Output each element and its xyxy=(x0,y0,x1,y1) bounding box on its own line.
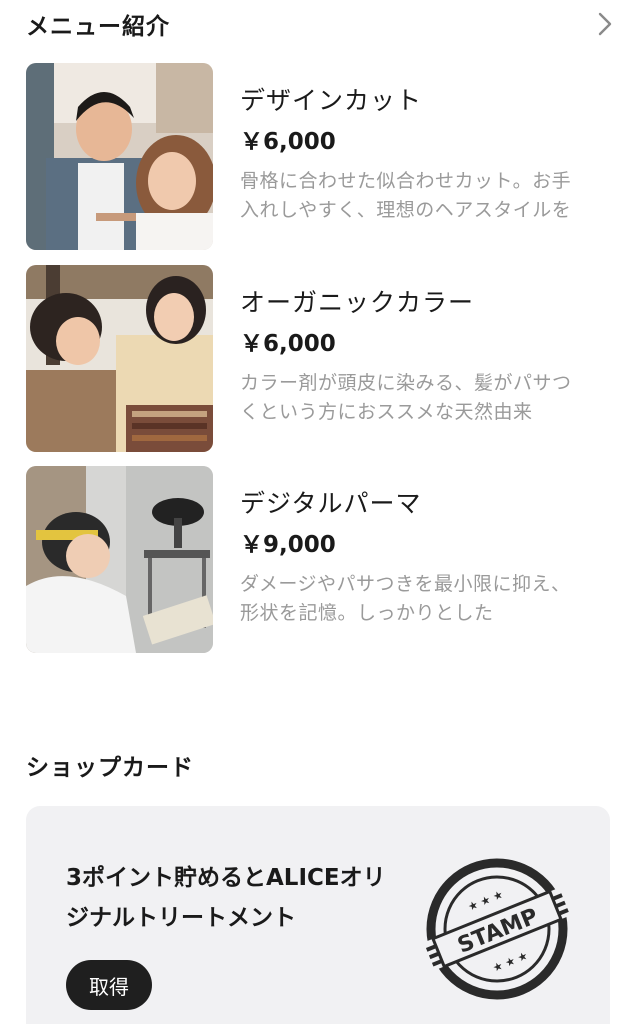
shop-card-section-title: ショップカード xyxy=(26,755,194,781)
shop-card[interactable]: 3ポイント貯めるとALICEオリジナルトリートメント 取得 STAMP ★ ★ … xyxy=(26,806,610,1024)
menu-item-price: ￥6,000 xyxy=(240,331,336,357)
menu-item-text: デジタルパーマ ￥9,000 ダメージやパサつきを最小限に抑え、形状を記憶。しっ… xyxy=(240,486,590,628)
menu-item-name: オーガニックカラー xyxy=(240,288,475,317)
menu-item-text: オーガニックカラー ￥6,000 カラー剤が頭皮に染みる、髪がパサつくという方に… xyxy=(240,285,590,427)
get-stamp-button[interactable]: 取得 xyxy=(66,960,152,1010)
menu-item-organic-color[interactable]: オーガニックカラー ￥6,000 カラー剤が頭皮に染みる、髪がパサつくという方に… xyxy=(26,265,616,452)
menu-item-description: 骨格に合わせた似合わせカット。お手入れしやすく、理想のヘアスタイルを xyxy=(240,170,572,221)
svg-text:★ ★ ★: ★ ★ ★ xyxy=(491,949,530,975)
menu-item-photo xyxy=(26,265,213,452)
menu-item-photo xyxy=(26,466,213,653)
menu-item-price: ￥9,000 xyxy=(240,532,336,558)
menu-item-digital-perm[interactable]: デジタルパーマ ￥9,000 ダメージやパサつきを最小限に抑え、形状を記憶。しっ… xyxy=(26,466,616,653)
menu-section-header[interactable]: メニュー紹介 xyxy=(26,6,616,42)
chevron-right-icon[interactable] xyxy=(594,10,616,38)
menu-item-description: カラー剤が頭皮に染みる、髪がパサつくという方におススメな天然由来 xyxy=(240,372,572,423)
menu-item-design-cut[interactable]: デザインカット ￥6,000 骨格に合わせた似合わせカット。お手入れしやすく、理… xyxy=(26,63,616,250)
menu-item-description: ダメージやパサつきを最小限に抑え、形状を記憶。しっかりとした xyxy=(240,573,571,624)
menu-item-name: デジタルパーマ xyxy=(240,489,422,518)
page: メニュー紹介 デザインカット ￥6,000 骨格に合わせた似合わせカット。お手入… xyxy=(0,0,638,1024)
shop-card-reward-text: 3ポイント貯めるとALICEオリジナルトリートメント xyxy=(66,865,386,931)
menu-item-photo xyxy=(26,63,213,250)
svg-text:★ ★ ★: ★ ★ ★ xyxy=(466,888,505,914)
stamp-icon: STAMP ★ ★ ★ ★ ★ ★ xyxy=(424,856,570,1002)
menu-item-name: デザインカット xyxy=(240,86,423,115)
menu-section-title: メニュー紹介 xyxy=(26,14,170,40)
menu-item-text: デザインカット ￥6,000 骨格に合わせた似合わせカット。お手入れしやすく、理… xyxy=(240,83,590,225)
menu-item-price: ￥6,000 xyxy=(240,129,336,155)
